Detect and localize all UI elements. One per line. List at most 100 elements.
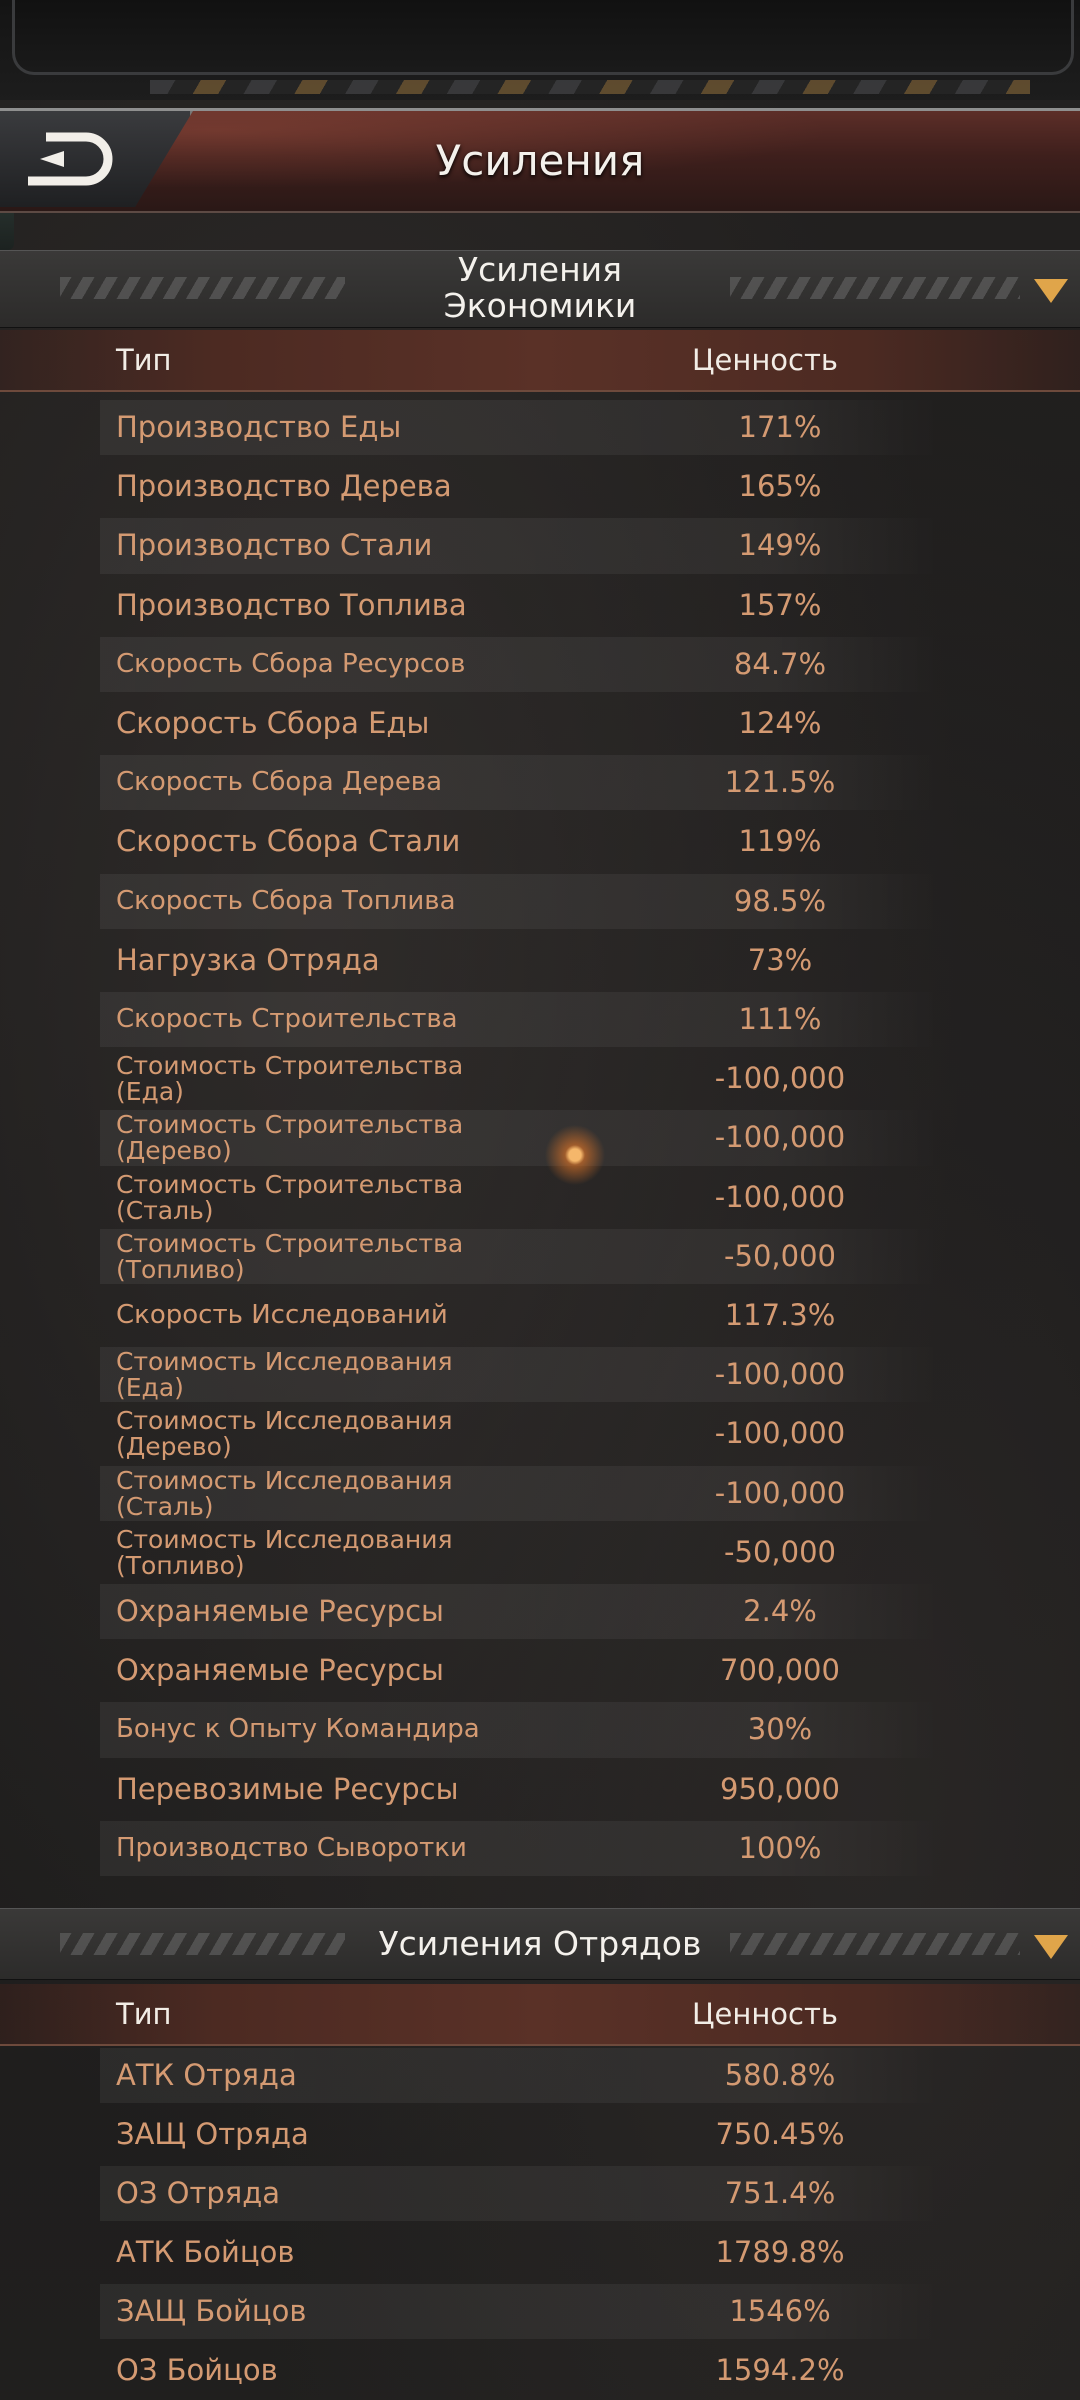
list-item: Производство Топлива 157%: [100, 578, 940, 633]
row-type: Перевозимые Ресурсы: [116, 1771, 459, 1806]
list-item: АТК Отряда 580.8%: [100, 2048, 940, 2103]
row-type: Стоимость Строительства (Сталь): [116, 1169, 464, 1225]
row-type: Стоимость Строительства (Еда): [116, 1051, 464, 1107]
list-item: Скорость Сбора Топлива 98.5%: [100, 873, 940, 929]
row-value: 30%: [747, 1712, 813, 1747]
row-value: -100,000: [714, 1475, 846, 1510]
row-value: 1594.2%: [715, 2353, 845, 2387]
row-value: 84.7%: [733, 646, 827, 681]
row-type: Скорость Сбора Топлива: [116, 885, 456, 916]
list-item: Охраняемые Ресурсы 2.4%: [100, 1584, 940, 1640]
list-item: Стоимость Строительства (Топливо) -50,000: [100, 1228, 940, 1284]
row-value: 98.5%: [733, 883, 827, 918]
row-value: -50,000: [724, 1238, 836, 1273]
row-value: -100,000: [714, 1061, 846, 1096]
row-type: Нагрузка Отряда: [116, 942, 380, 977]
row-type: ЗАЩ Бойцов: [116, 2294, 307, 2328]
row-value: 2.4%: [743, 1594, 817, 1628]
collapse-triangle-icon[interactable]: [1034, 279, 1068, 303]
row-type: Охраняемые Ресурсы: [116, 1653, 444, 1688]
row-type: ЗАЩ Отряда: [116, 2117, 309, 2151]
row-type: Скорость Исследований: [116, 1300, 448, 1330]
row-value: 1546%: [729, 2294, 831, 2328]
row-value: -50,000: [724, 1534, 836, 1569]
row-value: 73%: [747, 942, 813, 977]
row-value: 119%: [738, 824, 822, 859]
list-item: ЗАЩ Отряда 750.45%: [100, 2107, 940, 2162]
list-item: Скорость Сбора Еды 124%: [100, 696, 940, 751]
row-value: 700,000: [720, 1653, 840, 1688]
list-item: Скорость Сбора Дерева 121.5%: [100, 755, 940, 811]
row-value: 157%: [738, 587, 822, 622]
row-type: Бонус к Опыту Командира: [116, 1714, 480, 1745]
list-item: Производство Сыворотки 100%: [100, 1820, 940, 1876]
row-type: Скорость Сбора Еды: [116, 706, 430, 740]
column-value-label: Ценность: [692, 343, 838, 377]
row-type: АТК Бойцов: [116, 2235, 295, 2269]
glow-spark: [545, 1125, 605, 1185]
list-item: Нагрузка Отряда 73%: [100, 933, 940, 988]
row-type: Стоимость Исследования (Дерево): [116, 1406, 453, 1462]
list-item: Стоимость Исследования (Дерево) -100,000: [100, 1406, 940, 1461]
row-type: Производство Еды: [116, 410, 402, 444]
row-value: 111%: [738, 1002, 822, 1036]
list-item: Стоимость Исследования (Топливо) -50,000: [100, 1525, 940, 1580]
list-item: Производство Еды 171%: [100, 400, 940, 456]
list-item: Стоимость Исследования (Еда) -100,000: [100, 1347, 940, 1403]
row-value: 149%: [738, 528, 822, 563]
row-type: Стоимость Строительства (Топливо): [116, 1228, 464, 1284]
list-item: Стоимость Строительства (Дерево) -100,000: [100, 1110, 940, 1166]
list-item: Охраняемые Ресурсы 700,000: [100, 1643, 940, 1698]
row-value: 580.8%: [724, 2058, 836, 2092]
section-header-economy[interactable]: Усиления Экономики: [0, 250, 1080, 328]
row-value: -100,000: [714, 1120, 846, 1155]
row-value: 950,000: [720, 1771, 840, 1806]
list-item: Скорость Строительства 111%: [100, 992, 940, 1048]
row-value: -100,000: [714, 1357, 846, 1392]
row-value: 165%: [738, 469, 822, 504]
row-type: АТК Отряда: [116, 2058, 297, 2092]
row-value: 124%: [738, 706, 822, 740]
list-item: Стоимость Строительства (Еда) -100,000: [100, 1051, 940, 1106]
list-item: АТК Бойцов 1789.8%: [100, 2225, 940, 2280]
column-header-economy: Тип Ценность: [0, 330, 1080, 392]
row-type: Стоимость Исследования (Еда): [116, 1347, 453, 1403]
section-title-line2: Экономики: [443, 286, 637, 325]
row-type: Стоимость Исследования (Сталь): [116, 1465, 453, 1521]
row-value: 1789.8%: [715, 2235, 845, 2269]
row-type: Скорость Сбора Ресурсов: [116, 648, 466, 679]
row-type: ОЗ Бойцов: [116, 2353, 278, 2387]
row-value: 750.45%: [715, 2117, 845, 2151]
collapse-triangle-icon[interactable]: [1034, 1935, 1068, 1959]
row-type: Стоимость Исследования (Топливо): [116, 1524, 453, 1580]
row-value: 751.4%: [724, 2176, 836, 2210]
top-frame-stripes: [150, 80, 1030, 94]
row-type: Скорость Строительства: [116, 1004, 458, 1034]
row-value: 100%: [738, 1830, 822, 1865]
row-type: Производство Сыворотки: [116, 1832, 467, 1863]
column-value-label: Ценность: [692, 1997, 838, 2031]
row-type: Скорость Сбора Стали: [116, 824, 461, 859]
header-bar: Усиления: [0, 108, 1080, 213]
row-type: Производство Стали: [116, 528, 433, 563]
row-type: Скорость Сбора Дерева: [116, 767, 443, 798]
row-type: Производство Дерева: [116, 469, 452, 504]
section-title-line1: Усиления: [458, 250, 622, 289]
list-item: Стоимость Исследования (Сталь) -100,000: [100, 1465, 940, 1521]
row-value: -100,000: [714, 1179, 846, 1214]
top-frame: [0, 0, 1080, 100]
section-header-troops[interactable]: Усиления Отрядов: [0, 1908, 1080, 1980]
section-title: Усиления Отрядов: [378, 1924, 702, 1963]
top-frame-panel: [12, 0, 1074, 75]
row-value: 117.3%: [724, 1298, 836, 1332]
list-item: ОЗ Отряда 751.4%: [100, 2166, 940, 2221]
list-item: Бонус к Опыту Командира 30%: [100, 1702, 940, 1758]
page-title: Усиления: [435, 136, 645, 185]
row-type: ОЗ Отряда: [116, 2176, 281, 2210]
list-item: Производство Дерева 165%: [100, 459, 940, 514]
column-type-label: Тип: [116, 343, 172, 377]
list-item: ЗАЩ Бойцов 1546%: [100, 2284, 940, 2339]
row-value: -100,000: [714, 1416, 846, 1451]
list-item: ОЗ Бойцов 1594.2%: [100, 2343, 940, 2398]
list-item: Скорость Исследований 117.3%: [100, 1288, 940, 1343]
